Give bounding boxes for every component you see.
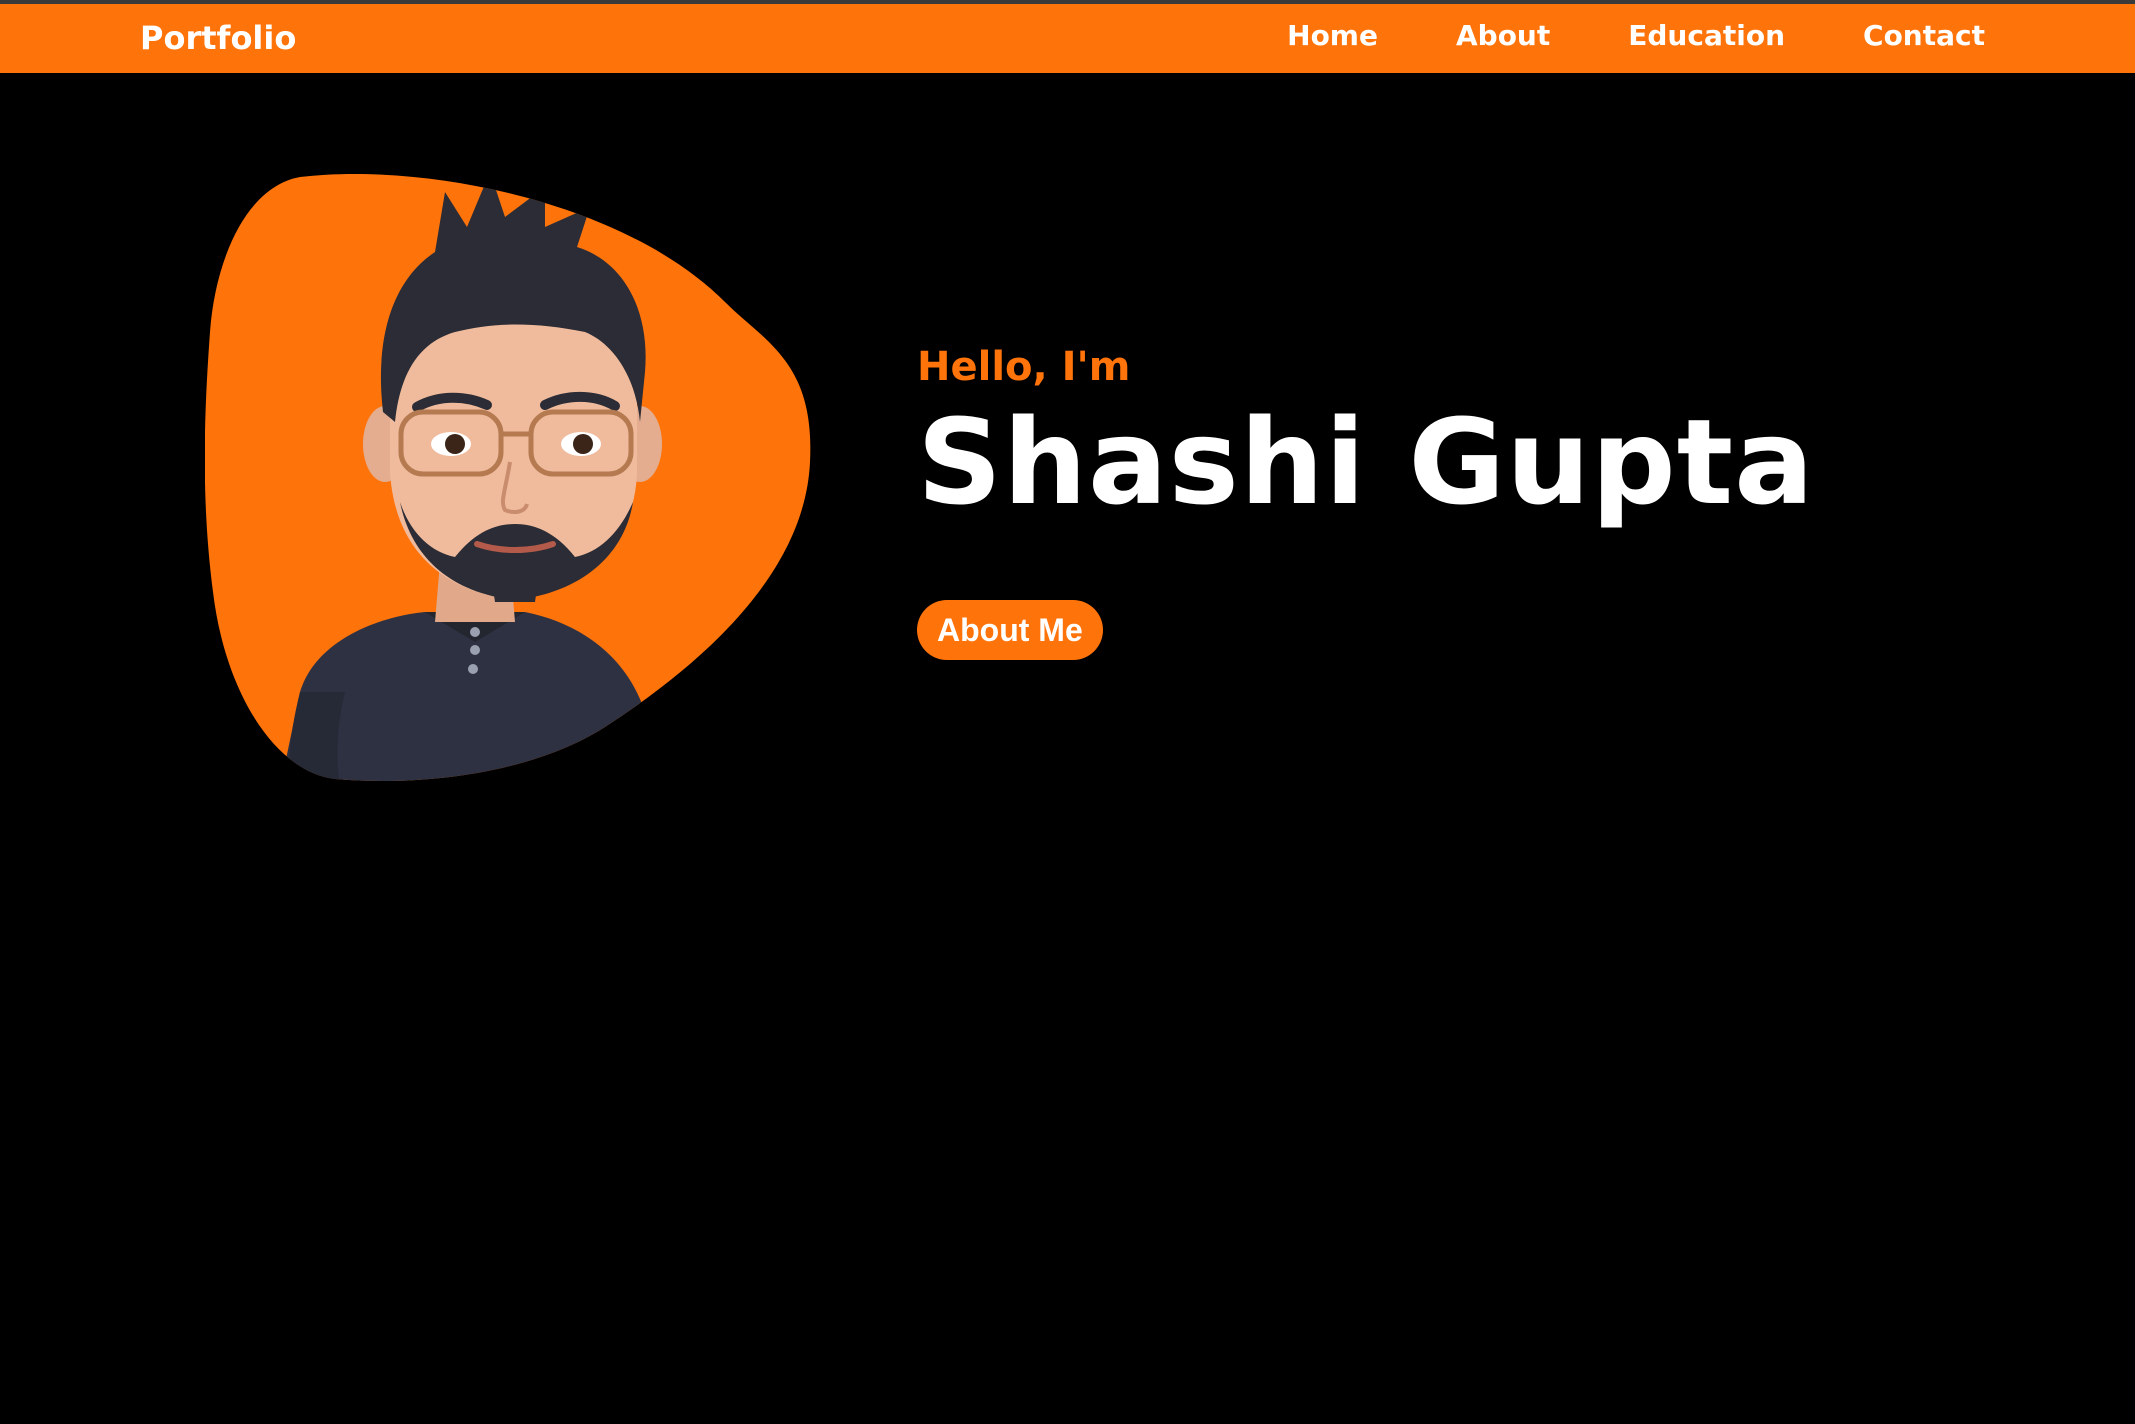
navbar: Portfolio Home About Education Contact	[0, 4, 2135, 73]
memoji-avatar-icon	[205, 173, 811, 782]
hero-name: Shashi Gupta	[917, 393, 1815, 531]
about-me-button[interactable]: About Me	[917, 600, 1103, 660]
brand-logo[interactable]: Portfolio	[140, 18, 296, 58]
nav-link-education[interactable]: Education	[1628, 16, 1785, 56]
nav-links: Home About Education Contact	[1209, 16, 1985, 56]
nav-link-about[interactable]: About	[1456, 16, 1550, 56]
hero-greeting: Hello, I'm	[917, 344, 1131, 390]
nav-link-home[interactable]: Home	[1287, 16, 1378, 56]
hero-intro: Hello, I'm Shashi Gupta	[917, 342, 1815, 532]
nav-link-contact[interactable]: Contact	[1863, 16, 1985, 56]
avatar	[205, 172, 825, 792]
